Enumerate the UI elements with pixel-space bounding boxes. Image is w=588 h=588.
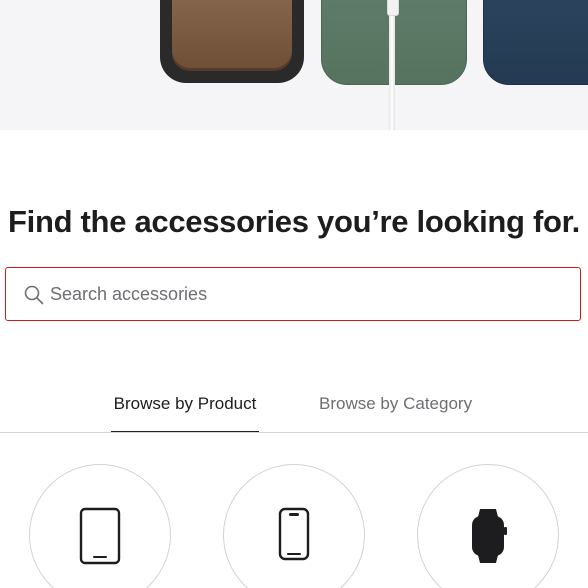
iphone-icon — [278, 507, 310, 561]
product-ipad-link[interactable] — [29, 464, 171, 588]
browse-tabs: Browse by Product Browse by Category — [0, 380, 588, 433]
accessories-page: Find the accessories you’re looking for.… — [0, 0, 588, 588]
page-title: Find the accessories you’re looking for. — [8, 204, 580, 239]
product-watch-link[interactable] — [417, 464, 559, 588]
blue-case-icon — [483, 0, 588, 85]
search-input[interactable] — [50, 268, 570, 320]
cable-icon — [389, 0, 395, 130]
tab-browse-by-product[interactable]: Browse by Product — [111, 394, 259, 432]
wallet-icon — [160, 0, 304, 83]
cable-connector-icon — [387, 0, 399, 16]
hero-banner — [0, 0, 588, 130]
watch-icon — [472, 509, 507, 563]
ipad-icon — [79, 507, 121, 565]
search-box[interactable] — [5, 267, 581, 321]
tab-browse-by-category[interactable]: Browse by Category — [319, 394, 472, 414]
product-iphone-link[interactable] — [223, 464, 365, 588]
search-icon — [24, 285, 44, 305]
